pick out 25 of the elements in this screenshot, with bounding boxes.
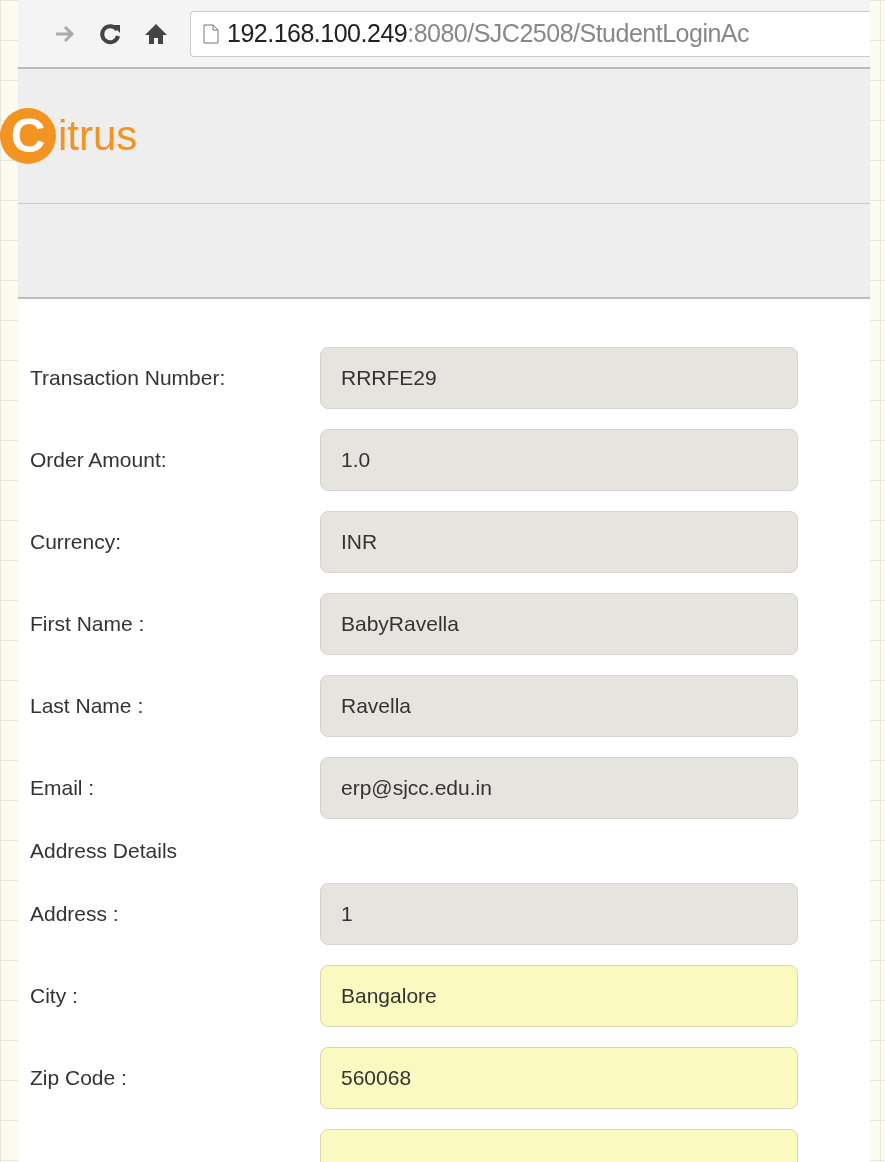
input-field[interactable]: 1 [320,882,798,945]
input-field[interactable]: 560068 [320,1046,798,1109]
page-icon [203,23,219,44]
field-label: City : [30,983,78,1007]
input-field[interactable]: erp@sjcc.edu.in [320,757,798,819]
home-icon[interactable] [144,22,168,45]
reload-icon[interactable] [98,21,122,46]
field-label: Transaction Number: [30,366,226,390]
logo-text: itrus [58,115,138,157]
section-heading: Address Details [30,839,178,862]
field-label: Last Name : [30,694,144,718]
field-label: Order Amount: [30,448,167,472]
field-label: Zip Code : [30,1065,127,1089]
input-field[interactable]: BabyRavella [320,593,798,655]
input-field[interactable]: 1.0 [320,429,798,491]
field-label: Email : [30,776,95,800]
field-label: Address : [30,901,119,925]
address-bar[interactable]: 192.168.100.249:8080/SJC2508/StudentLoginAc [190,10,870,57]
input-field[interactable]: RRRFE29 [320,347,798,409]
field-label: Currency: [30,530,122,554]
field-label: First Name : [30,612,145,636]
url-text: 192.168.100.249:8080/SJC2508/StudentLoginAc [227,17,749,49]
input-field[interactable]: Ravella [320,675,798,737]
input-field[interactable]: INR [320,511,798,573]
input-field[interactable]: Bangalore [320,964,798,1027]
